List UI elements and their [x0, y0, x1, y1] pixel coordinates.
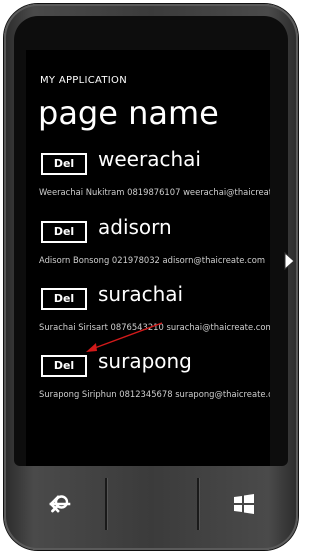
contact-detail: Adisorn Bonsong 021978032 adisorn@thaicr… [39, 255, 265, 265]
search-icon [51, 495, 69, 513]
list-item: Del adisorn Adisorn Bonsong 021978032 ad… [39, 215, 270, 281]
list-item: Del surachai Surachai Sirisart 087654321… [39, 282, 270, 348]
search-button[interactable] [16, 474, 104, 534]
list-item: Del weerachai Weerachai Nukitram 0819876… [39, 147, 270, 213]
contact-detail: Weerachai Nukitram 0819876107 weerachai@… [39, 187, 270, 197]
contact-name: surapong [98, 349, 192, 373]
delete-button[interactable]: Del [41, 153, 87, 175]
start-button[interactable] [200, 474, 288, 534]
windows-logo-icon [234, 494, 254, 514]
contact-detail: Surapong Siriphun 0812345678 surapong@th… [39, 389, 270, 399]
hardware-softkeys [16, 474, 288, 534]
contact-name: weerachai [98, 147, 201, 171]
softkey-divider [105, 478, 107, 530]
contact-detail: Surachai Sirisart 0876543210 surachai@th… [39, 322, 270, 332]
softkey-divider [197, 478, 199, 530]
application-title: MY APPLICATION [40, 75, 127, 86]
delete-button[interactable]: Del [41, 355, 87, 377]
delete-button[interactable]: Del [41, 288, 87, 310]
app-screen: MY APPLICATION page name Del weerachai W… [26, 50, 270, 466]
delete-button[interactable]: Del [41, 221, 87, 243]
mouse-cursor-icon [284, 252, 295, 270]
page-title: page name [38, 94, 219, 132]
list-item: Del surapong Surapong Siriphun 081234567… [39, 349, 270, 415]
contact-name: adisorn [98, 215, 172, 239]
contact-name: surachai [98, 282, 184, 306]
